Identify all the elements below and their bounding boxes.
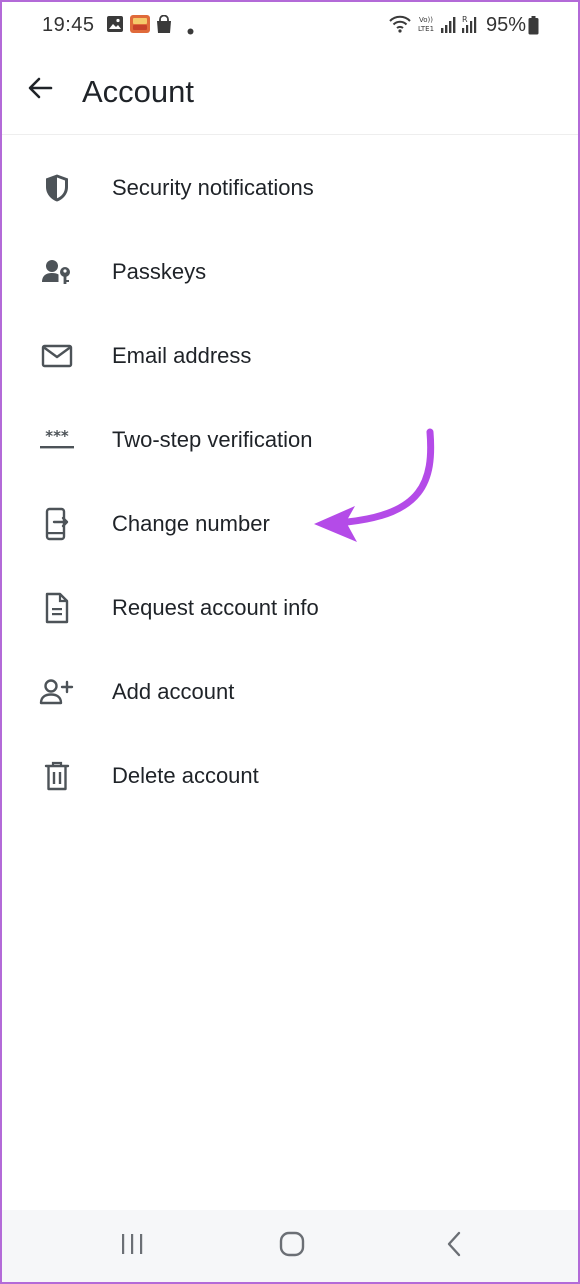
svg-text:R: R [462,15,468,24]
recents-button[interactable] [112,1228,152,1264]
system-nav-bar [2,1210,578,1282]
mail-icon [38,337,76,375]
status-bar: 19:45 Vo)) LTE1 R 95% [2,2,578,50]
menu-item-label: Two-step verification [112,427,313,452]
add-person-icon [38,673,76,711]
menu-item-label: Delete account [112,763,259,788]
svg-text:LTE1: LTE1 [418,25,434,33]
status-time: 19:45 [42,14,95,36]
back-nav-button[interactable] [434,1228,474,1264]
battery-percent: 95% [486,14,527,36]
wifi-icon [388,14,412,39]
recents-icon [120,1233,144,1260]
account-menu-list: Security notifications Passkeys Email ad… [2,146,578,818]
menu-item-delete-account[interactable]: Delete account [2,734,578,818]
menu-item-change-number[interactable]: Change number [2,482,578,566]
menu-item-security-notifications[interactable]: Security notifications [2,146,578,230]
menu-item-add-account[interactable]: Add account [2,650,578,734]
app-bar: Account [2,50,578,135]
menu-item-label: Add account [112,679,235,704]
menu-item-label: Passkeys [112,259,207,284]
annotation-arrow-icon [302,422,452,557]
menu-item-label: Change number [112,511,270,536]
pin-dots-icon: *** [38,421,76,459]
menu-item-label: Request account info [112,595,319,620]
dot-icon [187,22,194,40]
home-button[interactable] [272,1228,312,1264]
phone-transfer-icon [38,505,76,543]
home-icon [279,1231,305,1262]
back-button[interactable] [20,70,60,110]
menu-item-request-account-info[interactable]: Request account info [2,566,578,650]
gallery-icon [106,15,124,38]
menu-item-passkeys[interactable]: Passkeys [2,230,578,314]
arrow-left-icon [26,74,54,107]
signal-roaming-icon: R [460,14,478,39]
document-icon [38,589,76,627]
screen: 19:45 Vo)) LTE1 R 95% Account Security n… [0,0,580,1284]
app-notification-icon [129,13,151,40]
passkey-icon [38,253,76,291]
signal-icon [440,16,456,39]
battery-icon [528,16,539,40]
shopping-bag-icon [155,14,173,39]
svg-text:Vo)): Vo)) [419,16,433,24]
menu-item-email-address[interactable]: Email address [2,314,578,398]
shield-icon [38,169,76,207]
menu-item-label: Security notifications [112,175,314,200]
menu-item-two-step-verification[interactable]: *** Two-step verification [2,398,578,482]
menu-item-label: Email address [112,343,252,368]
volte-icon: Vo)) LTE1 [415,14,437,39]
page-title: Account [82,74,195,109]
back-nav-icon [445,1231,463,1262]
trash-icon [38,757,76,795]
svg-text:***: *** [45,429,69,445]
